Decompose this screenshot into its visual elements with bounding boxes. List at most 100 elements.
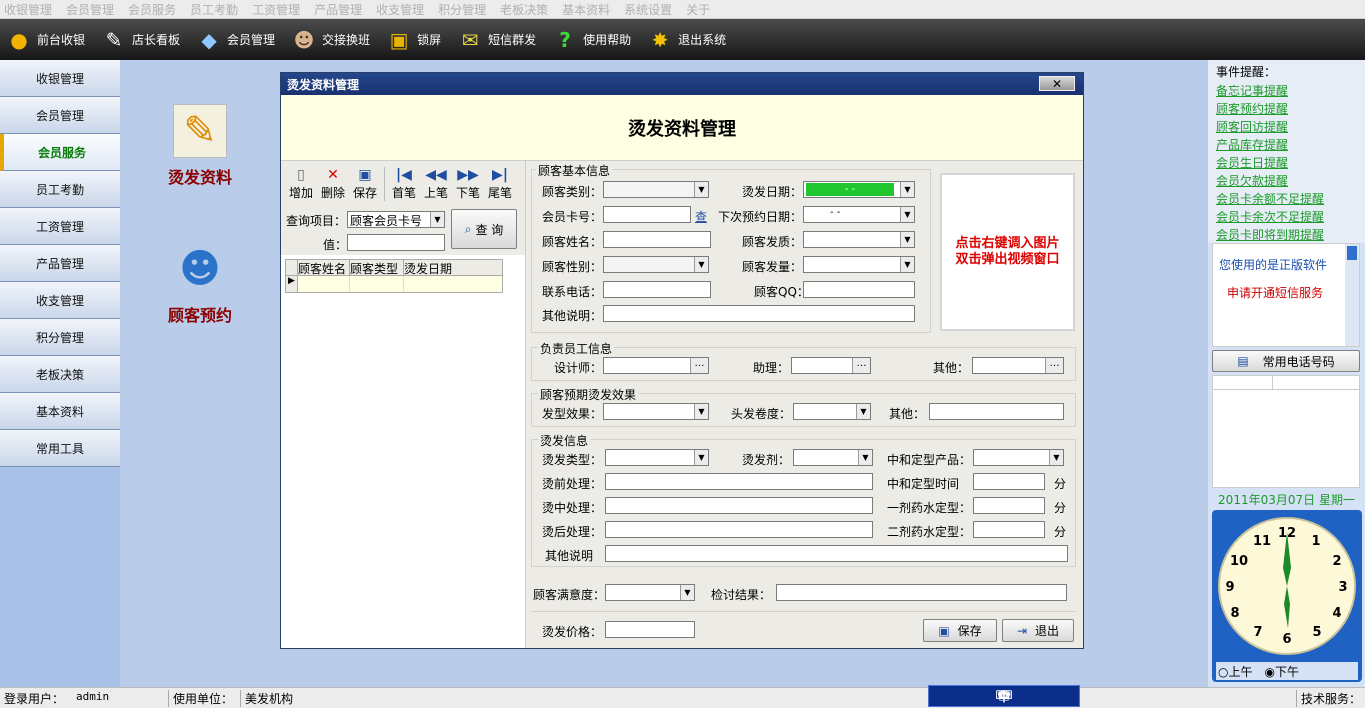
scrollbar-thumb[interactable] [1347, 246, 1357, 260]
satisfaction-select[interactable]: ▼ [605, 584, 695, 601]
scrollbar[interactable] [1345, 244, 1359, 346]
card-check-link[interactable]: 查 [695, 208, 707, 225]
prev-button[interactable]: ◀◀ 上笔 [420, 167, 452, 201]
add-button[interactable]: ▯ 增加 [285, 167, 317, 201]
sidebar-item-cashier[interactable]: 收银管理 [0, 60, 120, 97]
price-input[interactable] [605, 621, 695, 638]
event-link[interactable]: 会员欠款提醒 [1216, 172, 1357, 190]
during-treatment-input[interactable] [605, 497, 873, 514]
perm-date-picker[interactable]: - - ▼ [803, 181, 915, 198]
perm-type-select[interactable]: ▼ [605, 449, 709, 466]
toolbar-lock-button[interactable]: ▣ 锁屏 [386, 19, 441, 60]
designer-input[interactable]: … [603, 357, 709, 374]
next-date-picker[interactable]: - - ▼ [803, 206, 915, 223]
sidebar-item-finance[interactable]: 收支管理 [0, 282, 120, 319]
grid-col-header[interactable]: 烫发日期 [404, 260, 502, 276]
toolbar-member-button[interactable]: ◆ 会员管理 [196, 19, 275, 60]
style-effect-select[interactable]: ▼ [603, 403, 709, 420]
neutral-time-input[interactable] [973, 473, 1045, 490]
menu-item[interactable]: 收银管理 [4, 1, 52, 18]
first-button[interactable]: |◀ 首笔 [388, 167, 420, 201]
exit-button[interactable]: ⇥ 退出 [1002, 619, 1074, 642]
second-agent-input[interactable] [973, 521, 1045, 538]
query-value-input[interactable] [347, 234, 445, 251]
menu-item[interactable]: 老板决策 [500, 1, 548, 18]
last-button[interactable]: ▶| 尾笔 [484, 167, 516, 201]
assistant-input[interactable]: … [791, 357, 871, 374]
sidebar-item-boss[interactable]: 老板决策 [0, 356, 120, 393]
sidebar-item-attendance[interactable]: 员工考勤 [0, 171, 120, 208]
menu-item[interactable]: 系统设置 [624, 1, 672, 18]
grid-col-header[interactable]: 顾客类型 [350, 260, 404, 276]
menu-item[interactable]: 积分管理 [438, 1, 486, 18]
toolbar-help-button[interactable]: ? 使用帮助 [552, 19, 631, 60]
photo-box[interactable]: 点击右键调入图片 双击弹出视频窗口 [940, 173, 1075, 331]
menu-item[interactable]: 收支管理 [376, 1, 424, 18]
menu-item[interactable]: 产品管理 [314, 1, 362, 18]
pm-radio[interactable]: ◉下午 [1265, 663, 1300, 680]
event-link[interactable]: 顾客预约提醒 [1216, 100, 1357, 118]
phone-input[interactable] [603, 281, 711, 298]
after-treatment-input[interactable] [605, 521, 873, 538]
phonebook-list[interactable] [1212, 375, 1360, 488]
perm-agent-select[interactable]: ▼ [793, 449, 873, 466]
sidebar-item-member-service[interactable]: 会员服务 [0, 134, 120, 171]
toolbar-dashboard-button[interactable]: ✎ 店长看板 [101, 19, 180, 60]
appointment-function[interactable]: ☻ 顾客预约 [140, 242, 260, 326]
toolbar-cashier-button[interactable]: ● 前台收银 [6, 19, 85, 60]
ellipsis-button[interactable]: … [852, 358, 870, 373]
menu-item[interactable]: 工资管理 [252, 1, 300, 18]
expect-other-input[interactable] [929, 403, 1064, 420]
grid-col-header[interactable]: 顾客姓名 [298, 260, 350, 276]
event-link[interactable]: 会员卡即将到期提醒 [1216, 226, 1357, 244]
query-item-select[interactable]: 顾客会员卡号 ▼ [347, 211, 445, 228]
review-input[interactable] [776, 584, 1067, 601]
customer-type-select[interactable]: ▼ [603, 181, 709, 198]
menu-item[interactable]: 会员服务 [128, 1, 176, 18]
menu-item[interactable]: 员工考勤 [190, 1, 238, 18]
ime-toolbar[interactable]: ◫ 中 ☾ •◦ ⌨ ⚙ [928, 685, 1080, 707]
save-record-button[interactable]: ▣ 保存 [349, 167, 381, 201]
before-treatment-input[interactable] [605, 473, 873, 490]
event-link[interactable]: 会员卡余额不足提醒 [1216, 190, 1357, 208]
sidebar-item-salary[interactable]: 工资管理 [0, 208, 120, 245]
sidebar-item-points[interactable]: 积分管理 [0, 319, 120, 356]
toolbar-exit-button[interactable]: ✸ 退出系统 [647, 19, 726, 60]
hair-quality-select[interactable]: ▼ [803, 231, 915, 248]
phonebook-button[interactable]: ▤ 常用电话号码 [1212, 350, 1360, 372]
event-link[interactable]: 会员卡余次不足提醒 [1216, 208, 1357, 226]
sidebar-item-product[interactable]: 产品管理 [0, 245, 120, 282]
menu-item[interactable]: 关于 [686, 1, 710, 18]
close-button[interactable]: ✕ [1039, 76, 1075, 91]
event-link[interactable]: 顾客回访提醒 [1216, 118, 1357, 136]
card-number-input[interactable] [603, 206, 691, 223]
sidebar-item-tools[interactable]: 常用工具 [0, 430, 120, 467]
event-link[interactable]: 产品库存提醒 [1216, 136, 1357, 154]
customer-name-input[interactable] [603, 231, 711, 248]
tools-icon[interactable]: ⚙ [999, 688, 1010, 702]
ellipsis-button[interactable]: … [1045, 358, 1063, 373]
perm-records-function[interactable]: ✎ 烫发资料 [140, 104, 260, 188]
menu-item[interactable]: 基本资料 [562, 1, 610, 18]
curl-select[interactable]: ▼ [793, 403, 871, 420]
perm-other-input[interactable] [605, 545, 1068, 562]
sms-notice[interactable]: 申请开通短信服务 [1227, 284, 1323, 301]
sidebar-item-basic[interactable]: 基本资料 [0, 393, 120, 430]
delete-button[interactable]: ✕ 删除 [317, 167, 349, 201]
first-agent-input[interactable] [973, 497, 1045, 514]
event-link[interactable]: 备忘记事提醒 [1216, 82, 1357, 100]
qq-input[interactable] [803, 281, 915, 298]
customer-sex-select[interactable]: ▼ [603, 256, 709, 273]
toolbar-sms-button[interactable]: ✉ 短信群发 [457, 19, 536, 60]
am-radio[interactable]: ○上午 [1218, 663, 1253, 680]
ellipsis-button[interactable]: … [690, 358, 708, 373]
staff-other-input[interactable]: … [972, 357, 1064, 374]
sidebar-item-member[interactable]: 会员管理 [0, 97, 120, 134]
query-button[interactable]: ⌕ 查 询 [451, 209, 517, 249]
menu-item[interactable]: 会员管理 [66, 1, 114, 18]
other-notes-input[interactable] [603, 305, 915, 322]
save-button[interactable]: ▣ 保存 [923, 619, 997, 642]
neutral-product-select[interactable]: ▼ [973, 449, 1064, 466]
event-link[interactable]: 会员生日提醒 [1216, 154, 1357, 172]
table-row[interactable]: ▶ [286, 276, 502, 292]
